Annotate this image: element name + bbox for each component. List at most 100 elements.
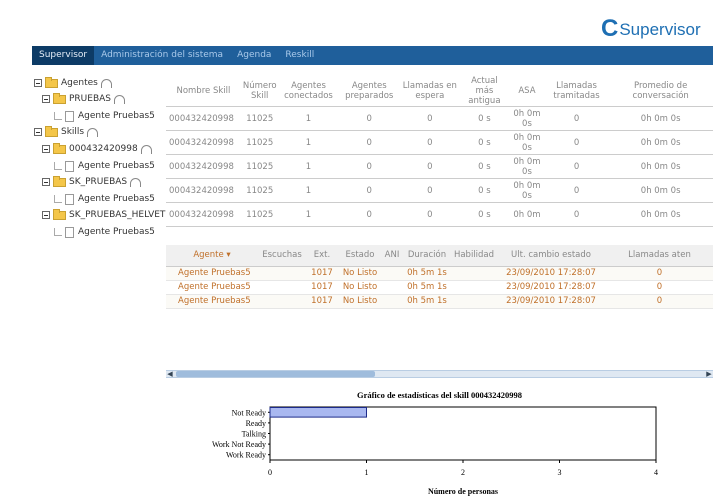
x-tick-label: 2 (461, 468, 465, 477)
cell-oldest: 0 s (459, 106, 510, 131)
cell-agents-connected: 1 (278, 130, 339, 155)
cell-calls-waiting: 0 (400, 202, 460, 227)
table-row[interactable]: Agente Pruebas5 1017 No Listo 0h 5m 1s 2… (166, 280, 713, 295)
cell-ani (382, 266, 402, 281)
collapse-icon[interactable] (42, 211, 50, 219)
cell-calls-handled: 0 (544, 106, 609, 131)
table-row[interactable]: 000432420998 11025 1 0 0 0 s 0h 0m 0 0h … (166, 202, 713, 227)
column-header[interactable]: Duración (402, 245, 452, 267)
headset-icon (87, 127, 99, 137)
folder-icon (53, 92, 66, 104)
cell-calls-waiting: 0 (400, 106, 460, 131)
column-header[interactable]: Actual más antigua (459, 76, 510, 107)
column-header[interactable]: Número Skill (240, 76, 279, 107)
cell-duration: 0h 5m 1s (402, 266, 452, 281)
tree-node-agent[interactable]: Agente Pruebas5 (54, 225, 155, 239)
table-row[interactable]: 000432420998 11025 1 0 0 0 s 0h 0m 0s 0 … (166, 130, 713, 155)
x-tick-label: 3 (558, 468, 562, 477)
tree-connector (54, 162, 62, 170)
cell-duration: 0h 5m 1s (402, 280, 452, 295)
collapse-icon[interactable] (42, 178, 50, 186)
column-header-agente[interactable]: Agente ▾ (166, 245, 258, 267)
cell-skill (452, 294, 496, 309)
collapse-icon[interactable] (42, 95, 50, 103)
table-row[interactable]: Agente Pruebas5 1017 No Listo 0h 5m 1s 2… (166, 294, 713, 309)
collapse-icon[interactable] (34, 128, 42, 136)
cell-avg-talk: 0h 0m 0s (608, 106, 713, 131)
menu-item-supervisor[interactable]: Supervisor (32, 46, 95, 65)
cell-skill-number: 11025 (240, 178, 279, 203)
category-labels: Not Ready Ready TalkingWork Not Ready Work … (212, 408, 270, 460)
column-header[interactable]: Agentes preparados (338, 76, 401, 107)
category-label: Talking (242, 430, 266, 439)
cell-oldest: 0 s (459, 130, 510, 155)
cell-agent: Agente Pruebas5 (166, 266, 258, 281)
column-header[interactable]: ASA (509, 76, 545, 107)
column-header[interactable]: Escuchas (258, 245, 306, 267)
table-header-row: Agente ▾ Escuchas Ext. Estado ANI Duraci… (166, 245, 713, 267)
cell-last-change: 23/09/2010 17:28:07 (496, 266, 606, 281)
cell-calls-waiting: 0 (400, 178, 460, 203)
cell-avg-talk: 0h 0m 0s (608, 130, 713, 155)
supervisor-logo: C Supervisor (601, 16, 713, 42)
tree-node-skill-000432420998[interactable]: 000432420998 (42, 142, 152, 156)
category-label: Work Ready (226, 451, 266, 460)
cell-skill-name: 000432420998 (166, 154, 241, 179)
skill-stats-chart: Not Ready Ready TalkingWork Not Ready Work … (212, 406, 658, 496)
x-axis-label: Número de personas (428, 487, 498, 496)
cell-agents-ready: 0 (338, 130, 401, 155)
tree-node-agent[interactable]: Agente Pruebas5 (54, 159, 155, 173)
cell-ext: 1017 (306, 280, 338, 295)
document-icon (65, 193, 74, 205)
cell-ext: 1017 (306, 266, 338, 281)
column-header[interactable]: Llamadas aten (606, 245, 713, 267)
tree-connector (54, 195, 62, 203)
column-header[interactable]: Ext. (306, 245, 338, 267)
menu-item-agenda[interactable]: Agenda (230, 46, 278, 65)
sort-desc-icon: ▾ (226, 250, 231, 261)
table-row[interactable]: Agente Pruebas5 1017 No Listo 0h 5m 1s 2… (166, 266, 713, 281)
table-row[interactable]: 000432420998 11025 1 0 0 0 s 0h 0m 0s 0 … (166, 154, 713, 179)
horizontal-scrollbar[interactable]: ◀ ▶ (166, 370, 713, 378)
cell-calls-waiting: 0 (400, 154, 460, 179)
category-label: Not Ready (232, 408, 266, 417)
menu-item-administracion[interactable]: Administración del sistema (94, 46, 230, 65)
column-header[interactable]: Llamadas tramitadas (544, 76, 609, 107)
column-header[interactable]: Habilidad (452, 245, 496, 267)
scrollbar-thumb[interactable] (176, 371, 375, 377)
x-tick-label: 1 (365, 468, 369, 477)
document-icon (65, 226, 74, 238)
tree-node-label: Agente Pruebas5 (78, 161, 155, 171)
tree-node-agent[interactable]: Agente Pruebas5 (54, 192, 155, 206)
x-tick-label: 0 (268, 468, 272, 477)
collapse-icon[interactable] (34, 79, 42, 87)
column-header[interactable]: Promedio de conversación (608, 76, 713, 107)
tree-node-agent[interactable]: Agente Pruebas5 (54, 109, 155, 123)
agents-skills-tree: Agentes PRUEBAS Agente Pruebas5 Skills 0… (34, 76, 165, 246)
tree-node-label: Skills (61, 127, 85, 137)
tree-node-pruebas[interactable]: PRUEBAS (42, 92, 125, 106)
menu-item-reskill[interactable]: Reskill (278, 46, 321, 65)
table-row[interactable]: 000432420998 11025 1 0 0 0 s 0h 0m 0s 0 … (166, 106, 713, 131)
scroll-right-arrow-icon[interactable]: ▶ (705, 370, 713, 378)
scroll-left-arrow-icon[interactable]: ◀ (166, 370, 174, 378)
headset-icon (100, 78, 112, 88)
tree-node-skills[interactable]: Skills (34, 125, 99, 139)
table-row[interactable]: 000432420998 11025 1 0 0 0 s 0h 0m 0s 0 … (166, 178, 713, 203)
cell-agent: Agente Pruebas5 (166, 280, 258, 295)
column-header[interactable]: Agentes conectados (278, 76, 339, 107)
tree-node-label: SK_PRUEBAS_HELVET (69, 210, 166, 220)
column-header[interactable]: ANI (382, 245, 402, 267)
tree-node-agentes[interactable]: Agentes (34, 76, 112, 90)
column-header[interactable]: Nombre Skill (166, 76, 241, 107)
cell-agents-ready: 0 (338, 106, 401, 131)
column-header-label: Agente (193, 250, 224, 261)
column-header[interactable]: Llamadas en espera (400, 76, 460, 107)
tree-node-sk-pruebas[interactable]: SK_PRUEBAS (42, 175, 142, 189)
column-header[interactable]: Estado (338, 245, 382, 267)
cell-last-change: 23/09/2010 17:28:07 (496, 294, 606, 309)
tree-node-sk-pruebas-helvet[interactable]: SK_PRUEBAS_HELVET (42, 208, 165, 222)
collapse-icon[interactable] (42, 145, 50, 153)
cell-last-change: 23/09/2010 17:28:07 (496, 280, 606, 295)
column-header[interactable]: Ult. cambio estado (496, 245, 606, 267)
